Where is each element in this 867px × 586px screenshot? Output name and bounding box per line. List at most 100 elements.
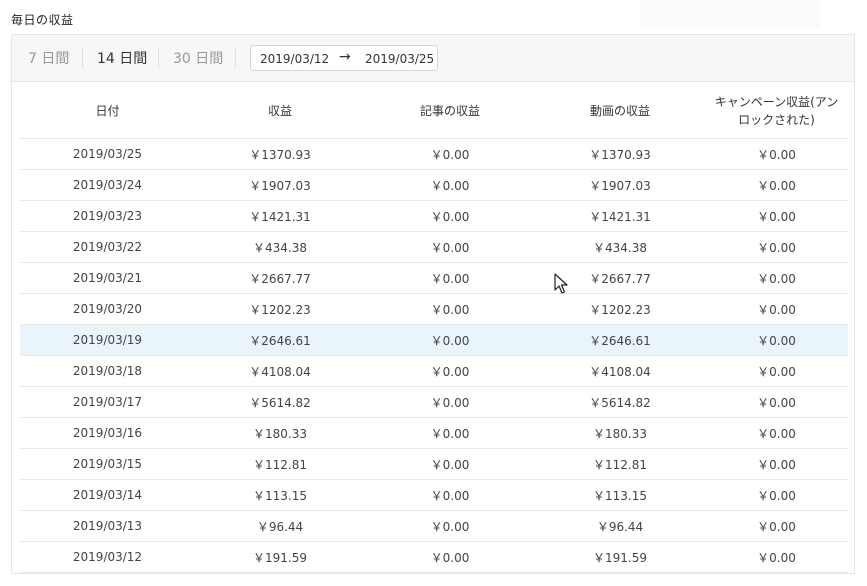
- cell-earnings: ￥113.15: [195, 479, 365, 511]
- cell-article-earnings: ￥0.00: [365, 355, 535, 387]
- tab-30-days[interactable]: 30 日間: [173, 48, 223, 68]
- header-article-earnings: 記事の収益: [365, 83, 535, 139]
- cell-article-earnings: ￥0.00: [365, 324, 535, 356]
- cell-campaign-earnings: ￥0.00: [705, 355, 848, 387]
- cell-campaign-earnings: ￥0.00: [705, 479, 848, 511]
- cell-earnings: ￥112.81: [195, 448, 365, 480]
- cell-date: 2019/03/14: [20, 479, 195, 511]
- table-row: 2019/03/13 ￥96.44 ￥0.00 ￥96.44 ￥0.00: [20, 510, 848, 542]
- table-row: 2019/03/12 ￥191.59 ￥0.00 ￥191.59 ￥0.00: [20, 541, 848, 573]
- tab-divider: [82, 48, 83, 68]
- table-row: 2019/03/22 ￥434.38 ￥0.00 ￥434.38 ￥0.00: [20, 231, 848, 263]
- cell-video-earnings: ￥1421.31: [535, 200, 705, 232]
- cell-date: 2019/03/23: [20, 200, 195, 232]
- cell-earnings: ￥434.38: [195, 231, 365, 263]
- range-toolbar: 7 日間 14 日間 30 日間 2019/03/12 → 2019/03/25: [12, 35, 854, 82]
- tab-divider: [235, 48, 236, 68]
- cell-date: 2019/03/20: [20, 293, 195, 325]
- cell-campaign-earnings: ￥0.00: [705, 510, 848, 542]
- cell-video-earnings: ￥113.15: [535, 479, 705, 511]
- cell-video-earnings: ￥191.59: [535, 541, 705, 573]
- mouse-pointer-icon: [554, 273, 568, 294]
- cell-date: 2019/03/12: [20, 541, 195, 573]
- cell-article-earnings: ￥0.00: [365, 386, 535, 418]
- cell-earnings: ￥4108.04: [195, 355, 365, 387]
- cell-earnings: ￥1907.03: [195, 169, 365, 201]
- table-row: 2019/03/21 ￥2667.77 ￥0.00 ￥2667.77 ￥0.00: [20, 262, 848, 294]
- cell-date: 2019/03/24: [20, 169, 195, 201]
- cell-article-earnings: ￥0.00: [365, 231, 535, 263]
- cell-video-earnings: ￥1907.03: [535, 169, 705, 201]
- cell-campaign-earnings: ￥0.00: [705, 324, 848, 356]
- cell-earnings: ￥1421.31: [195, 200, 365, 232]
- cell-video-earnings: ￥1370.93: [535, 138, 705, 170]
- cell-earnings: ￥1202.23: [195, 293, 365, 325]
- cell-campaign-earnings: ￥0.00: [705, 169, 848, 201]
- header-date: 日付: [20, 83, 195, 139]
- cell-campaign-earnings: ￥0.00: [705, 138, 848, 170]
- daily-earnings-page: 毎日の収益 7 日間 14 日間 30 日間 2019/03/12 → 2019…: [0, 0, 867, 586]
- arrow-right-icon: →: [339, 49, 351, 65]
- cell-date: 2019/03/19: [20, 324, 195, 356]
- cell-video-earnings: ￥1202.23: [535, 293, 705, 325]
- cell-article-earnings: ￥0.00: [365, 262, 535, 294]
- cell-video-earnings: ￥112.81: [535, 448, 705, 480]
- cell-video-earnings: ￥5614.82: [535, 386, 705, 418]
- earnings-panel: 7 日間 14 日間 30 日間 2019/03/12 → 2019/03/25: [11, 34, 855, 574]
- cell-campaign-earnings: ￥0.00: [705, 231, 848, 263]
- cell-campaign-earnings: ￥0.00: [705, 200, 848, 232]
- cell-campaign-earnings: ￥0.00: [705, 293, 848, 325]
- cell-date: 2019/03/25: [20, 138, 195, 170]
- cell-article-earnings: ￥0.00: [365, 479, 535, 511]
- cell-article-earnings: ￥0.00: [365, 293, 535, 325]
- cell-article-earnings: ￥0.00: [365, 541, 535, 573]
- cell-date: 2019/03/18: [20, 355, 195, 387]
- earnings-table: 日付 収益 記事の収益 動画の収益 キャンペーン収益(アンロックされた) 201…: [20, 83, 848, 573]
- cell-date: 2019/03/21: [20, 262, 195, 294]
- header-earnings: 収益: [195, 83, 365, 139]
- cell-earnings: ￥1370.93: [195, 138, 365, 170]
- cell-earnings: ￥180.33: [195, 417, 365, 449]
- cell-campaign-earnings: ￥0.00: [705, 262, 848, 294]
- cell-earnings: ￥2667.77: [195, 262, 365, 294]
- date-range-picker[interactable]: 2019/03/12 → 2019/03/25: [250, 45, 438, 71]
- header-campaign-earnings: キャンペーン収益(アンロックされた): [705, 83, 848, 139]
- cell-earnings: ￥5614.82: [195, 386, 365, 418]
- cell-date: 2019/03/13: [20, 510, 195, 542]
- cell-date: 2019/03/17: [20, 386, 195, 418]
- cell-earnings: ￥96.44: [195, 510, 365, 542]
- table-row: 2019/03/23 ￥1421.31 ￥0.00 ￥1421.31 ￥0.00: [20, 200, 848, 232]
- cell-campaign-earnings: ￥0.00: [705, 448, 848, 480]
- cell-article-earnings: ￥0.00: [365, 417, 535, 449]
- cell-date: 2019/03/16: [20, 417, 195, 449]
- cell-date: 2019/03/15: [20, 448, 195, 480]
- cell-campaign-earnings: ￥0.00: [705, 541, 848, 573]
- table-row: 2019/03/19 ￥2646.61 ￥0.00 ￥2646.61 ￥0.00: [20, 324, 848, 356]
- cell-article-earnings: ￥0.00: [365, 510, 535, 542]
- cell-article-earnings: ￥0.00: [365, 138, 535, 170]
- table-row: 2019/03/14 ￥113.15 ￥0.00 ￥113.15 ￥0.00: [20, 479, 848, 511]
- section-title: 毎日の収益: [11, 13, 74, 27]
- cell-article-earnings: ￥0.00: [365, 169, 535, 201]
- table-row: 2019/03/24 ￥1907.03 ￥0.00 ￥1907.03 ￥0.00: [20, 169, 848, 201]
- header-video-earnings: 動画の収益: [535, 83, 705, 139]
- cell-earnings: ￥191.59: [195, 541, 365, 573]
- end-date[interactable]: 2019/03/25: [365, 52, 434, 66]
- tab-7-days[interactable]: 7 日間: [28, 48, 69, 68]
- cell-earnings: ￥2646.61: [195, 324, 365, 356]
- start-date[interactable]: 2019/03/12: [260, 52, 329, 66]
- cell-campaign-earnings: ￥0.00: [705, 417, 848, 449]
- tab-14-days[interactable]: 14 日間: [97, 48, 147, 68]
- table-row: 2019/03/16 ￥180.33 ￥0.00 ￥180.33 ￥0.00: [20, 417, 848, 449]
- cell-campaign-earnings: ￥0.00: [705, 386, 848, 418]
- cell-date: 2019/03/22: [20, 231, 195, 263]
- table-row: 2019/03/18 ￥4108.04 ￥0.00 ￥4108.04 ￥0.00: [20, 355, 848, 387]
- table-row: 2019/03/15 ￥112.81 ￥0.00 ￥112.81 ￥0.00: [20, 448, 848, 480]
- cell-video-earnings: ￥180.33: [535, 417, 705, 449]
- table-body: 2019/03/25 ￥1370.93 ￥0.00 ￥1370.93 ￥0.00 2019…: [20, 138, 848, 573]
- cell-video-earnings: ￥2646.61: [535, 324, 705, 356]
- cell-video-earnings: ￥96.44: [535, 510, 705, 542]
- table-row: 2019/03/20 ￥1202.23 ￥0.00 ￥1202.23 ￥0.00: [20, 293, 848, 325]
- cell-video-earnings: ￥434.38: [535, 231, 705, 263]
- table-row: 2019/03/25 ￥1370.93 ￥0.00 ￥1370.93 ￥0.00: [20, 138, 848, 170]
